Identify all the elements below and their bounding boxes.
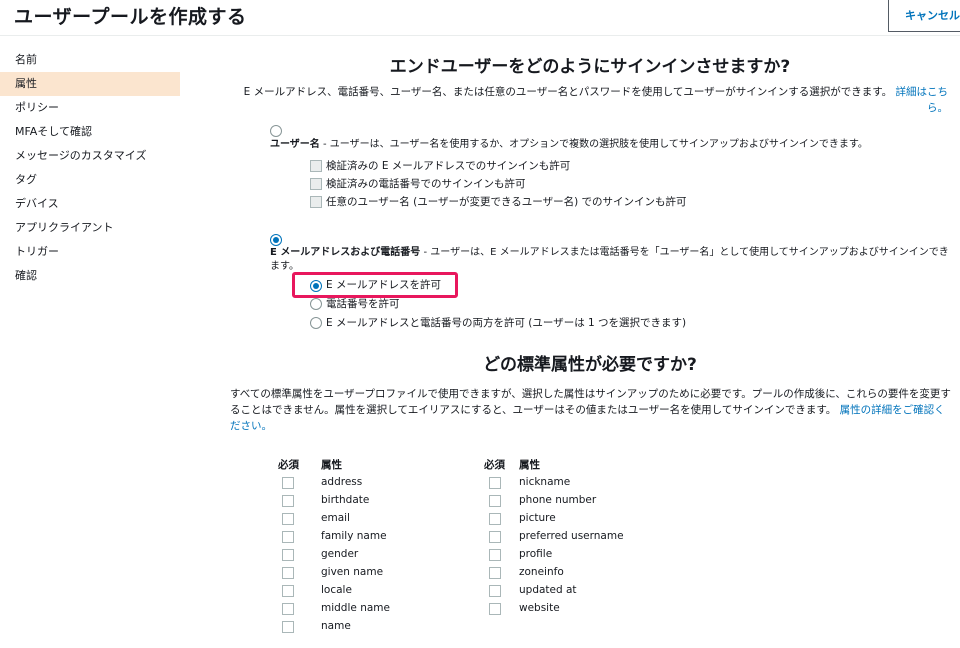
attribute-label-updated-at: updated at	[519, 584, 577, 596]
attribute-label-nickname: nickname	[519, 476, 571, 488]
attribute-label-profile: profile	[519, 548, 553, 560]
attribute-label-given-name: given name	[321, 566, 384, 578]
required-checkbox-name[interactable]	[282, 621, 294, 633]
required-checkbox-given-name[interactable]	[282, 567, 294, 579]
verified-email-checkbox[interactable]	[310, 160, 322, 172]
page-title: ユーザープールを作成する	[14, 6, 247, 28]
verified-email-label: 検証済みの E メールアドレスでのサインインも許可	[326, 160, 571, 172]
signin-intro-text: E メールアドレス、電話番号、ユーザー名、または任意のユーザー名とパスワードを使…	[243, 86, 893, 98]
attribute-label-address: address	[321, 476, 363, 488]
sidebar-item-attributes[interactable]: 属性	[0, 72, 180, 96]
required-checkbox-gender[interactable]	[282, 549, 294, 561]
sidebar-item-name[interactable]: 名前	[0, 48, 180, 72]
email-phone-option-desc: E メールアドレスおよび電話番号 - ユーザーは、E メールアドレスまたは電話番…	[270, 246, 950, 274]
required-checkbox-middle-name[interactable]	[282, 603, 294, 615]
required-checkbox-locale[interactable]	[282, 585, 294, 597]
sidebar-item-app-clients[interactable]: アプリクライアント	[0, 216, 180, 240]
attribute-label-middle-name: middle name	[321, 602, 390, 614]
cancel-button[interactable]: キャンセル	[888, 0, 960, 32]
username-option-title: ユーザー名	[270, 139, 320, 150]
attribute-label-zoneinfo: zoneinfo	[519, 566, 564, 578]
verified-phone-label: 検証済みの電話番号でのサインインも許可	[326, 178, 526, 190]
sidebar-item-policies[interactable]: ポリシー	[0, 96, 180, 120]
required-checkbox-zoneinfo[interactable]	[489, 567, 501, 579]
username-option-desc: ユーザー名 - ユーザーは、ユーザー名を使用するか、オプションで複数の選択肢を使…	[270, 138, 950, 152]
signin-learn-more-link[interactable]: 詳細はこちら。	[896, 86, 949, 114]
sidebar-item-tags[interactable]: タグ	[0, 168, 180, 192]
required-checkbox-preferred-username[interactable]	[489, 531, 501, 543]
email-phone-option-title: E メールアドレスおよび電話番号	[270, 247, 421, 258]
attribute-label-email: email	[321, 512, 350, 524]
attribute-label-preferred-username: preferred username	[519, 530, 624, 542]
attribute-label-family-name: family name	[321, 530, 387, 542]
attributes-heading: どの標準属性が必要ですか?	[483, 355, 697, 375]
sidebar-item-triggers[interactable]: トリガー	[0, 240, 180, 264]
attributes-intro: すべての標準属性をユーザープロファイルで使用できますが、選択した属性はサインアッ…	[230, 386, 952, 434]
required-checkbox-address[interactable]	[282, 477, 294, 489]
required-checkbox-profile[interactable]	[489, 549, 501, 561]
preferred-username-label: 任意のユーザー名 (ユーザーが変更できるユーザー名) でのサインインも許可	[326, 196, 687, 208]
allow-email-label: E メールアドレスを許可	[326, 279, 441, 291]
required-checkbox-website[interactable]	[489, 603, 501, 615]
required-checkbox-birthdate[interactable]	[282, 495, 294, 507]
attribute-label-picture: picture	[519, 512, 556, 524]
allow-both-label: E メールアドレスと電話番号の両方を許可 (ユーザーは 1 つを選択できます)	[326, 317, 687, 329]
username-radio[interactable]	[270, 125, 282, 137]
verified-phone-checkbox[interactable]	[310, 178, 322, 190]
signin-heading: エンドユーザーをどのようにサインインさせますか?	[389, 57, 791, 77]
attribute-label-name: name	[321, 620, 351, 632]
required-header-right: 必須	[484, 459, 505, 471]
required-checkbox-family-name[interactable]	[282, 531, 294, 543]
sidebar-nav: 名前 属性 ポリシー MFAそして確認 メッセージのカスタマイズ タグ デバイス…	[0, 48, 180, 288]
attribute-header-left: 属性	[321, 459, 342, 471]
attribute-label-website: website	[519, 602, 560, 614]
allow-phone-label: 電話番号を許可	[326, 298, 400, 310]
required-checkbox-phone-number[interactable]	[489, 495, 501, 507]
attribute-label-locale: locale	[321, 584, 352, 596]
attribute-label-birthdate: birthdate	[321, 494, 370, 506]
allow-phone-radio[interactable]	[310, 298, 322, 310]
email-phone-radio[interactable]	[270, 234, 282, 246]
required-checkbox-updated-at[interactable]	[489, 585, 501, 597]
required-checkbox-email[interactable]	[282, 513, 294, 525]
sidebar-item-messages[interactable]: メッセージのカスタマイズ	[0, 144, 180, 168]
sidebar-item-mfa[interactable]: MFAそして確認	[0, 120, 180, 144]
page-header: ユーザープールを作成する キャンセル	[0, 0, 960, 36]
sidebar-item-devices[interactable]: デバイス	[0, 192, 180, 216]
preferred-username-checkbox[interactable]	[310, 196, 322, 208]
allow-email-radio[interactable]	[310, 280, 322, 292]
attribute-label-gender: gender	[321, 548, 359, 560]
attribute-header-right: 属性	[519, 459, 540, 471]
required-checkbox-picture[interactable]	[489, 513, 501, 525]
allow-both-radio[interactable]	[310, 317, 322, 329]
required-checkbox-nickname[interactable]	[489, 477, 501, 489]
signin-intro: E メールアドレス、電話番号、ユーザー名、または任意のユーザー名とパスワードを使…	[230, 84, 948, 116]
sidebar-item-review[interactable]: 確認	[0, 264, 180, 288]
username-option-text: - ユーザーは、ユーザー名を使用するか、オプションで複数の選択肢を使用してサイン…	[319, 139, 868, 150]
attribute-label-phone-number: phone number	[519, 494, 597, 506]
required-header-left: 必須	[278, 459, 299, 471]
